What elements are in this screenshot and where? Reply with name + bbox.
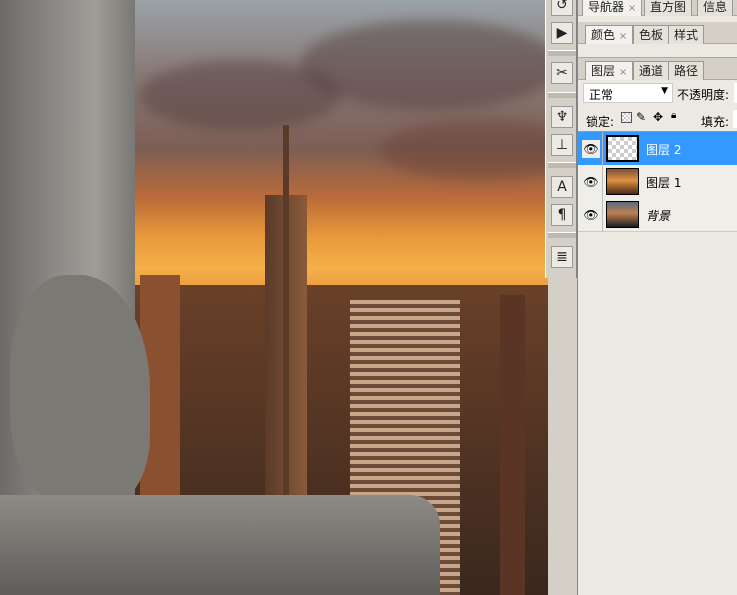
notes-icon[interactable]: ≣: [551, 246, 573, 268]
color-tabs: 颜色 × 色板 样式: [578, 22, 737, 44]
lock-all-icon[interactable]: 🔒︎: [671, 110, 676, 121]
brushes-icon[interactable]: ♆: [551, 106, 573, 128]
tab-label: 图层: [591, 64, 616, 78]
layer-tabs: 图层 × 通道 路径: [578, 58, 737, 80]
building: [500, 295, 525, 595]
paragraph-icon[interactable]: ¶: [551, 204, 573, 226]
cloud: [140, 60, 340, 130]
actions-play-icon[interactable]: ▶: [551, 22, 573, 44]
layer-thumbnail: [606, 168, 639, 195]
eye-icon[interactable]: 👁︎: [582, 140, 600, 158]
tab-channels[interactable]: 通道: [633, 61, 670, 80]
close-icon[interactable]: ×: [628, 3, 636, 14]
tab-navigator[interactable]: 导航器 ×: [582, 0, 643, 16]
tab-styles[interactable]: 样式: [668, 25, 705, 44]
separator: [548, 232, 576, 238]
tab-label: 导航器: [588, 0, 625, 14]
layer-name[interactable]: 图层 1: [646, 174, 681, 191]
layer-name[interactable]: 图层 2: [646, 141, 681, 158]
tab-paths[interactable]: 路径: [668, 61, 705, 80]
panel-dock: 导航器 × 直方图 信息 颜色 × 色板 样式 图层 × 通道 路径 正常 ▼ …: [577, 0, 737, 595]
tab-info[interactable]: 信息: [697, 0, 734, 16]
document-canvas[interactable]: [0, 0, 548, 595]
lock-transparent-icon[interactable]: [621, 112, 632, 123]
tab-label: 颜色: [591, 28, 616, 42]
layer-name[interactable]: 背景: [646, 207, 670, 224]
clone-source-icon[interactable]: ⊥: [551, 134, 573, 156]
separator: [548, 92, 576, 98]
opacity-label: 不透明度:: [677, 88, 730, 102]
lock-paint-icon[interactable]: ✎: [636, 110, 646, 124]
history-icon[interactable]: ↺: [551, 0, 573, 16]
tab-layers[interactable]: 图层 ×: [585, 61, 634, 80]
layer-thumbnail: [606, 201, 639, 228]
tool-strip: ↺ ▶ ✂ ♆ ⊥ A ¶ ≣: [545, 0, 577, 278]
separator: [548, 50, 576, 56]
tool-presets-icon[interactable]: ✂: [551, 62, 573, 84]
blend-mode-select[interactable]: 正常 ▼: [583, 83, 673, 103]
lock-move-icon[interactable]: ✥: [653, 110, 663, 124]
close-icon[interactable]: ×: [619, 31, 627, 42]
fill-input[interactable]: [733, 110, 737, 128]
stone-ledge: [0, 495, 440, 595]
separator: [548, 162, 576, 168]
tab-color[interactable]: 颜色 ×: [585, 25, 634, 44]
layer-thumbnail: [606, 135, 639, 162]
close-icon[interactable]: ×: [619, 67, 627, 78]
tab-histogram[interactable]: 直方图: [644, 0, 693, 16]
eye-icon[interactable]: 👁︎: [582, 206, 600, 224]
tab-swatches[interactable]: 色板: [633, 25, 670, 44]
cloud: [380, 120, 548, 180]
chevron-down-icon: ▼: [661, 86, 668, 96]
eye-icon[interactable]: 👁︎: [582, 173, 600, 191]
fill-label: 填充:: [701, 115, 730, 129]
character-icon[interactable]: A: [551, 176, 573, 198]
navigator-tabs: 导航器 × 直方图 信息: [578, 0, 737, 16]
gargoyle: [10, 275, 150, 505]
lock-label: 锁定:: [586, 115, 615, 129]
blend-mode-value: 正常: [589, 88, 614, 102]
